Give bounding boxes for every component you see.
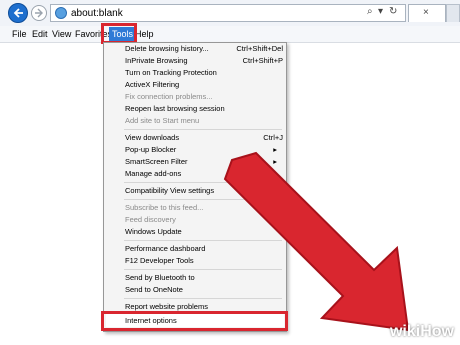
red-arrow-shape	[223, 151, 410, 332]
pointer-arrow-graphic	[223, 151, 410, 332]
wikihow-watermark: wikiHow	[389, 323, 454, 340]
screenshot: about:blank ⌕ ▾ ↻ × File Edit View Favor…	[0, 0, 460, 345]
